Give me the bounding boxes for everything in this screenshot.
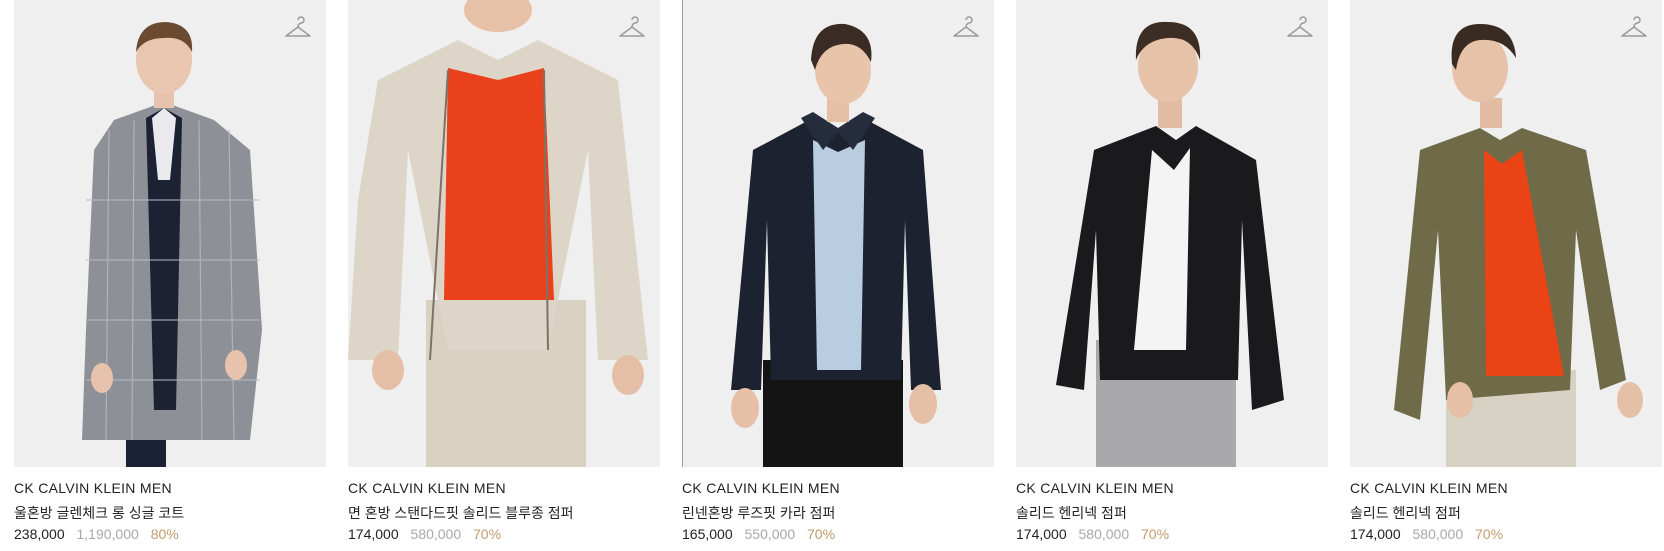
product-name[interactable]: 솔리드 헨리넥 점퍼 [1350,503,1461,523]
original-price: 580,000 [410,526,462,542]
original-price: 550,000 [744,526,796,542]
sale-price: 174,000 [1016,526,1067,542]
product-prices: 174,000 580,000 70% [1016,526,1169,542]
hanger-icon[interactable] [618,16,646,40]
hanger-icon[interactable] [952,16,980,40]
hanger-icon[interactable] [284,16,312,40]
product-brand: CK CALVIN KLEIN MEN [682,480,840,496]
product-grid: CK CALVIN KLEIN MEN 울혼방 글렌체크 롱 싱글 코트 238… [0,0,1664,551]
hanger-icon[interactable] [1620,16,1648,40]
product-image[interactable] [14,0,326,467]
discount-rate: 70% [1475,526,1504,542]
product-image[interactable] [682,0,994,467]
product-image[interactable] [1016,0,1328,467]
product-model-illustration [348,0,648,467]
product-card[interactable]: CK CALVIN KLEIN MEN 린넨혼방 루즈핏 카라 점퍼 165,0… [682,0,994,551]
product-prices: 238,000 1,190,000 80% [14,526,179,542]
original-price: 1,190,000 [76,526,139,542]
product-name[interactable]: 면 혼방 스탠다드핏 솔리드 블루종 점퍼 [348,503,574,523]
sale-price: 238,000 [14,526,65,542]
product-brand: CK CALVIN KLEIN MEN [348,480,506,496]
product-card[interactable]: CK CALVIN KLEIN MEN 울혼방 글렌체크 롱 싱글 코트 238… [14,0,326,551]
product-card[interactable]: CK CALVIN KLEIN MEN 면 혼방 스탠다드핏 솔리드 블루종 점… [348,0,660,551]
hanger-icon[interactable] [1286,16,1314,40]
product-brand: CK CALVIN KLEIN MEN [1350,480,1508,496]
sale-price: 174,000 [1350,526,1401,542]
product-brand: CK CALVIN KLEIN MEN [14,480,172,496]
original-price: 580,000 [1078,526,1130,542]
product-model-illustration [731,23,941,467]
original-price: 580,000 [1412,526,1464,542]
product-prices: 165,000 550,000 70% [682,526,835,542]
product-card[interactable]: CK CALVIN KLEIN MEN 솔리드 헨리넥 점퍼 174,000 5… [1016,0,1328,551]
product-model-illustration [1056,21,1284,467]
product-model-illustration [1394,24,1643,467]
discount-rate: 70% [807,526,836,542]
product-brand: CK CALVIN KLEIN MEN [1016,480,1174,496]
discount-rate: 70% [473,526,502,542]
discount-rate: 70% [1141,526,1170,542]
product-card[interactable]: CK CALVIN KLEIN MEN 솔리드 헨리넥 점퍼 174,000 5… [1350,0,1662,551]
sale-price: 165,000 [682,526,733,542]
product-image[interactable] [348,0,660,467]
product-name[interactable]: 울혼방 글렌체크 롱 싱글 코트 [14,503,184,523]
product-name[interactable]: 솔리드 헨리넥 점퍼 [1016,503,1127,523]
product-model-illustration [82,22,262,467]
product-image[interactable] [1350,0,1662,467]
discount-rate: 80% [150,526,179,542]
product-prices: 174,000 580,000 70% [1350,526,1503,542]
sale-price: 174,000 [348,526,399,542]
product-name[interactable]: 린넨혼방 루즈핏 카라 점퍼 [682,503,835,523]
product-prices: 174,000 580,000 70% [348,526,501,542]
